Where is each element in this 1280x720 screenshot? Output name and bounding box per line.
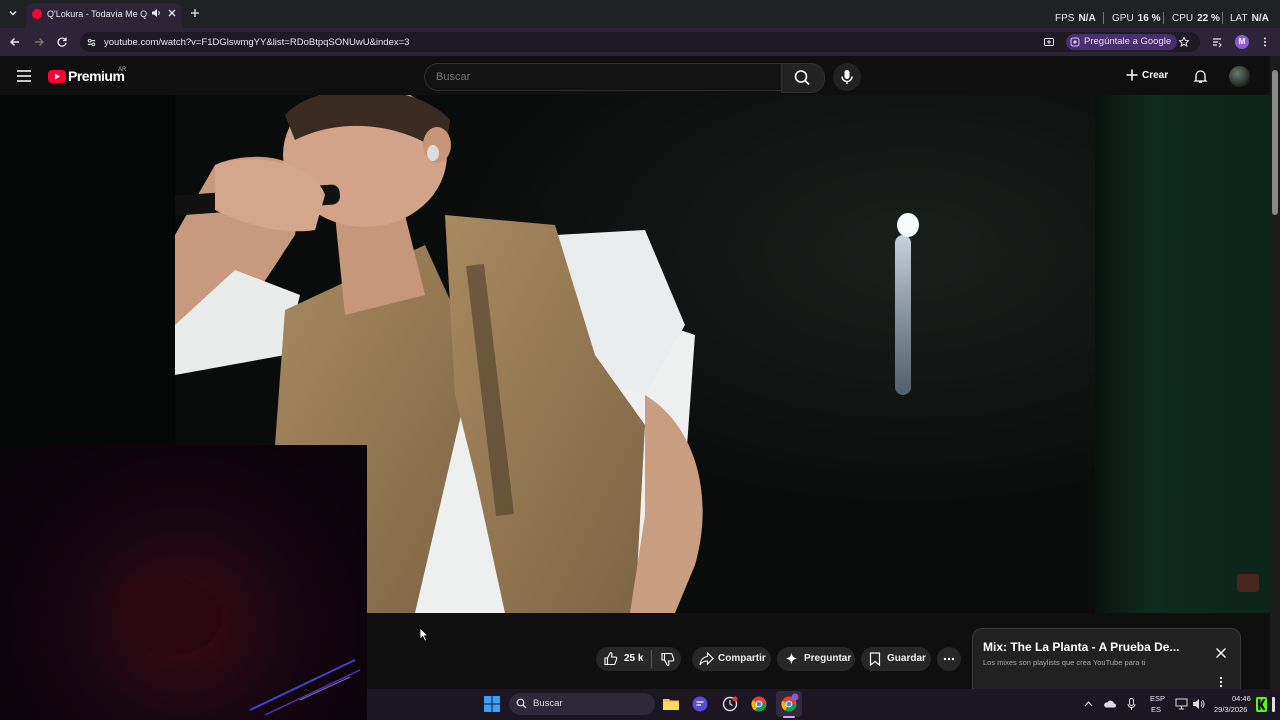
save-label: Guardar — [887, 653, 926, 664]
file-explorer-icon[interactable] — [663, 697, 679, 711]
ask-google-button[interactable]: Pregúntale a Google — [1066, 34, 1178, 50]
youtube-premium-logo-text[interactable]: Premium — [68, 68, 125, 84]
webcam-overlay — [0, 445, 367, 720]
account-avatar[interactable] — [1229, 66, 1250, 87]
ask-google-label: Pregúntale a Google — [1084, 36, 1172, 47]
chrome-profile-active-icon[interactable] — [776, 691, 802, 717]
channel-watermark-icon[interactable] — [1237, 574, 1259, 592]
create-label: Crear — [1142, 70, 1169, 81]
share-arrow-icon — [699, 651, 714, 666]
chrome-icon[interactable] — [751, 696, 767, 712]
fps-label: FPS — [1055, 13, 1075, 24]
search-button[interactable] — [781, 63, 825, 93]
bookmark-star-icon[interactable] — [1178, 36, 1190, 48]
notifications-bell-icon[interactable] — [1193, 69, 1208, 84]
lat-readout: LAT N/A — [1230, 13, 1269, 24]
like-thumb-icon[interactable] — [603, 651, 618, 666]
volume-icon[interactable] — [1192, 698, 1205, 710]
perf-divider — [1163, 12, 1164, 24]
chat-app-icon[interactable] — [692, 696, 708, 712]
reload-icon[interactable] — [56, 36, 68, 48]
forward-arrow-icon[interactable] — [33, 36, 45, 48]
mix-more-vertical-icon[interactable] — [1218, 676, 1224, 688]
lat-value: N/A — [1251, 13, 1269, 24]
create-button[interactable]: Crear — [1126, 64, 1178, 88]
tab-audio-icon[interactable] — [150, 7, 162, 19]
plus-icon — [1126, 69, 1142, 81]
country-code: AR — [118, 67, 127, 73]
cpu-value: 22 % — [1197, 13, 1220, 24]
new-tab-plus-icon[interactable] — [189, 7, 201, 19]
share-button[interactable]: Compartir — [692, 647, 771, 671]
browser-menu-icon[interactable] — [1261, 36, 1269, 48]
youtube-favicon-icon — [32, 9, 42, 19]
url-text[interactable]: youtube.com/watch?v=F1DGlswmgYY&list=RDo… — [104, 37, 409, 48]
taskbar-search-box[interactable] — [509, 693, 655, 715]
mix-subtitle: Los mixes son playlists que crea YouTube… — [983, 658, 1146, 667]
mouse-cursor-icon — [419, 627, 429, 642]
perf-divider — [1103, 12, 1104, 24]
voice-search-mic-icon[interactable] — [833, 63, 861, 91]
site-settings-icon[interactable] — [86, 37, 97, 48]
clock-time[interactable]: 04:46 — [1232, 694, 1251, 703]
tab-close-icon[interactable] — [166, 7, 178, 19]
gpu-value: 16 % — [1137, 13, 1161, 24]
clock-date[interactable]: 29/3/2026 — [1214, 705, 1247, 714]
perf-divider — [1222, 12, 1223, 24]
reading-list-icon[interactable] — [1211, 36, 1223, 48]
scrollbar-thumb[interactable] — [1272, 70, 1278, 215]
more-actions-button[interactable] — [937, 647, 961, 671]
cast-icon[interactable] — [1043, 36, 1055, 48]
gpu-readout: GPU 16 % — [1112, 13, 1160, 24]
tray-chevron-up-icon[interactable] — [1084, 700, 1093, 707]
back-arrow-icon[interactable] — [9, 36, 21, 48]
sparkle-icon — [785, 652, 798, 665]
youtube-logo-icon[interactable] — [48, 70, 66, 83]
input-language[interactable]: ESP — [1150, 694, 1165, 703]
hamburger-menu-icon[interactable] — [17, 70, 31, 82]
ask-label: Preguntar — [804, 653, 852, 664]
keyboard-layout[interactable]: ES — [1151, 705, 1161, 714]
save-button[interactable]: Guardar — [861, 647, 931, 671]
bookmark-icon — [869, 652, 881, 666]
active-app-indicator — [783, 716, 795, 718]
share-label: Compartir — [718, 653, 766, 664]
cpu-label: CPU — [1172, 13, 1194, 24]
taskbar-search-icon — [516, 698, 527, 709]
onedrive-cloud-icon[interactable] — [1103, 699, 1116, 708]
like-divider — [651, 650, 652, 668]
show-desktop-button[interactable] — [1272, 697, 1275, 712]
tab-title: Q'Lokura - Todavía Me Quie — [47, 9, 147, 19]
network-icon[interactable] — [1175, 698, 1188, 710]
lat-label: LAT — [1230, 13, 1248, 24]
video-side-fill — [1095, 95, 1270, 613]
windows-taskbar — [367, 689, 1280, 720]
more-horizontal-icon — [943, 657, 955, 661]
browser-profile-avatar[interactable]: M — [1235, 35, 1249, 49]
windows-start-icon[interactable] — [484, 696, 500, 712]
lens-icon — [1070, 37, 1080, 47]
clock-app-icon[interactable] — [722, 696, 738, 712]
search-input[interactable] — [434, 70, 768, 84]
like-count[interactable]: 25 k — [624, 647, 643, 671]
mix-title[interactable]: Mix: The La Planta - A Prueba De... — [983, 640, 1188, 654]
cpu-readout: CPU 22 % — [1172, 13, 1220, 24]
close-mix-icon[interactable] — [1215, 647, 1227, 659]
taskbar-search-label: Buscar — [533, 698, 563, 709]
ask-button[interactable]: Preguntar — [777, 647, 855, 671]
fps-readout: FPS N/A — [1055, 13, 1096, 24]
microphone-icon[interactable] — [1127, 698, 1136, 711]
tab-search-chevron-icon[interactable] — [7, 7, 19, 19]
gpu-label: GPU — [1112, 13, 1134, 24]
kick-app-icon[interactable] — [1256, 697, 1267, 712]
fps-value: N/A — [1078, 13, 1096, 24]
dislike-thumb-icon[interactable] — [660, 652, 675, 667]
